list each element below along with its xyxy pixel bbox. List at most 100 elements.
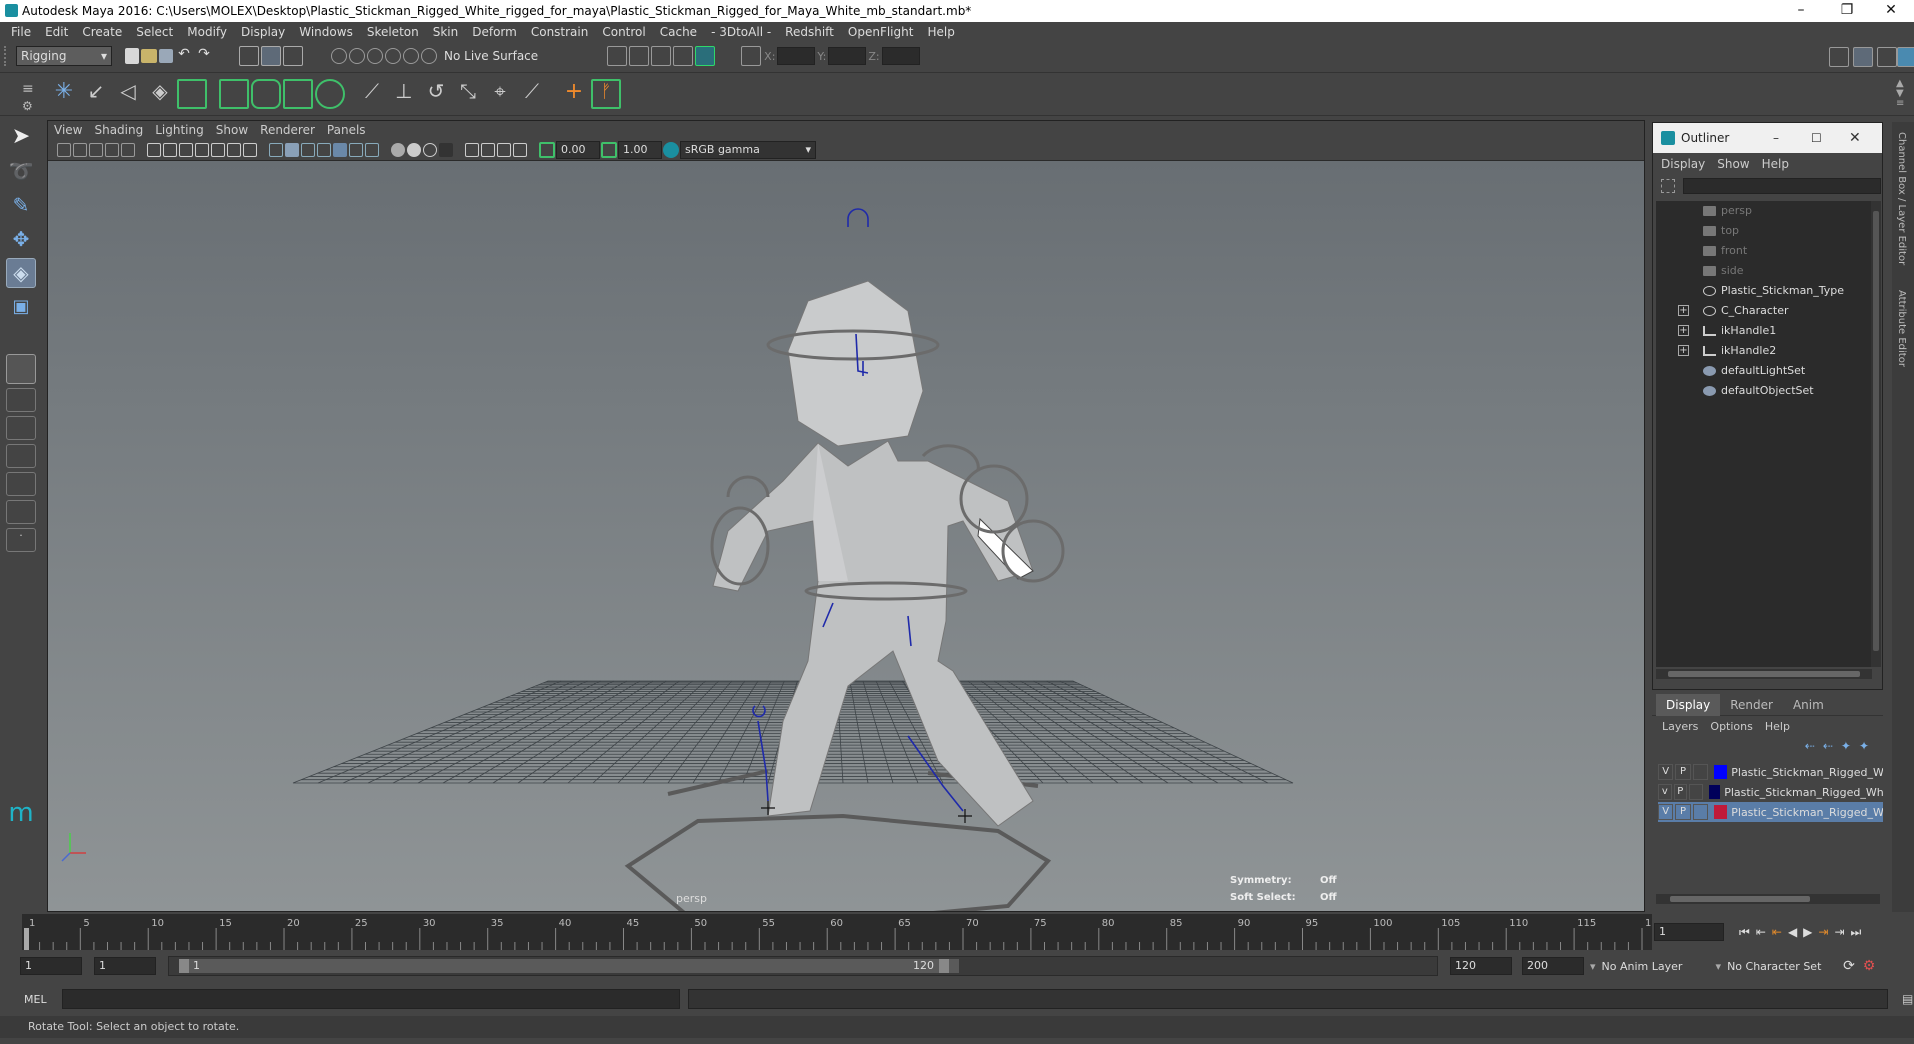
layer-hscrollbar[interactable] [1656,894,1880,904]
outliner-maximize-button[interactable]: ☐ [1811,123,1822,153]
menu-skin[interactable]: Skin [426,25,466,39]
render-settings-icon[interactable] [673,46,694,66]
remove-joint-icon[interactable] [177,79,207,109]
filter-icon[interactable] [1661,179,1675,193]
pole-vector-icon[interactable]: ⟋ [517,79,547,109]
snap-point-icon[interactable] [367,48,383,64]
outliner-item[interactable]: defaultLightSet [1656,361,1872,381]
rotate-tool-icon[interactable]: ◈ [6,258,36,288]
transform-input-icon[interactable] [741,46,762,66]
select-component-icon[interactable] [283,46,303,66]
range-left-grip[interactable] [179,959,189,973]
current-frame-field[interactable]: 1 [1654,923,1724,941]
open-scene-icon[interactable] [141,49,157,63]
play-backward-icon[interactable]: ◀ [1785,925,1800,939]
viewport-menu-shading[interactable]: Shading [88,121,149,139]
outliner-item[interactable]: defaultObjectSet [1656,381,1872,401]
point-constraint-icon[interactable]: ⊥ [389,79,419,109]
new-layer-selected-icon[interactable]: ✦ [1855,739,1873,753]
channel-box-icon[interactable] [1853,47,1873,67]
xray-icon[interactable] [333,142,347,157]
hypershade-icon[interactable] [695,46,716,66]
layer-tab-display[interactable]: Display [1656,693,1721,716]
menu-constrain[interactable]: Constrain [524,25,596,39]
persp-hypergraph-icon[interactable] [6,472,36,496]
outliner-search-input[interactable] [1683,178,1881,194]
menu-modify[interactable]: Modify [180,25,234,39]
script-editor-icon[interactable]: ▤ [1902,992,1913,1006]
auto-key-icon[interactable]: ⟳ [1839,958,1859,974]
viewport-panel[interactable]: View Shading Lighting Show Renderer Panels [47,120,1645,912]
step-forward-key-icon[interactable]: ⇥ [1831,925,1847,939]
ssao-icon[interactable] [481,142,495,157]
mirror-joint-icon[interactable]: ◁ [113,79,143,109]
layer-menu-options[interactable]: Options [1704,720,1758,733]
layer-row[interactable]: V P Plastic_Stickman_Rigged_Wh [1658,762,1883,782]
viewport-menu-renderer[interactable]: Renderer [254,121,321,139]
play-forward-icon[interactable]: ▶ [1800,925,1815,939]
restore-button[interactable]: ❐ [1824,0,1870,22]
display-type-toggle[interactable] [1692,804,1708,820]
shelf-menu-icon[interactable]: ≡ [22,81,34,97]
joint-tool-icon[interactable]: ✳ [49,79,79,109]
viewport-menu-show[interactable]: Show [210,121,254,139]
attribute-editor-icon[interactable] [1877,47,1897,67]
redo-icon[interactable]: ↷ [195,46,213,66]
backface-icon[interactable] [439,142,453,157]
lasso-tool-icon[interactable]: ➰ [6,156,36,186]
shelf-settings-icon[interactable]: ⚙ [22,99,33,113]
playback-end-field[interactable]: 120 [1450,957,1512,975]
xray-joints-icon[interactable] [407,142,421,157]
playback-start-field[interactable]: 1 [94,957,156,975]
select-tool-icon[interactable]: ➤ [6,122,36,152]
wireframe-icon[interactable] [147,142,161,157]
menuset-dropdown[interactable]: Rigging ▾ [16,46,112,66]
lights-icon[interactable] [317,142,331,157]
layer-color-swatch[interactable] [1713,805,1728,819]
menu-select[interactable]: Select [129,25,180,39]
outliner-vscrollbar[interactable] [1871,201,1881,667]
select-camera-icon[interactable] [57,142,71,157]
command-input[interactable] [62,989,680,1009]
snap-surface-icon[interactable] [403,48,419,64]
orient-constraint-icon[interactable]: ↺ [421,79,451,109]
snap-grid-icon[interactable] [331,48,347,64]
layer-tab-anim[interactable]: Anim [1783,694,1834,716]
exposure-field[interactable]: 0.00 [556,140,600,159]
layer-row[interactable]: V P Plastic_Stickman_Rigged_Wh [1658,802,1883,822]
wireframe-shade-icon[interactable] [269,142,283,157]
visibility-toggle[interactable]: V [1658,804,1674,820]
attribute-editor-tab[interactable]: Attribute Editor [1896,290,1907,367]
xray-active-icon[interactable] [423,142,437,157]
layer-menu-help[interactable]: Help [1759,720,1796,733]
exposure-icon[interactable] [539,141,555,158]
outliner-item[interactable]: side [1656,261,1872,281]
outliner-item[interactable]: + C_Character [1656,301,1872,321]
x-field[interactable] [777,47,816,65]
image-plane-icon[interactable] [105,142,119,157]
ambient-occlusion-icon[interactable] [365,142,379,157]
cluster-icon[interactable]: ᚠ [591,79,621,109]
move-tool-icon[interactable]: ✥ [6,224,36,254]
locator-icon[interactable]: + [559,79,589,109]
scene-view[interactable] [48,161,1644,911]
live-surface-label[interactable]: No Live Surface [438,49,544,63]
textured-icon[interactable] [301,142,315,157]
paint-select-icon[interactable]: ✎ [6,190,36,220]
menu-cache[interactable]: Cache [653,25,704,39]
field-chart-icon[interactable] [211,142,225,157]
move-layer-down-icon[interactable]: ⇠ [1819,739,1837,753]
camera-attributes-icon[interactable] [73,142,87,157]
mel-label[interactable]: MEL [24,993,62,1006]
character-set-dropdown[interactable]: No Character Set [1727,960,1839,973]
playback-toggle[interactable]: P [1675,764,1691,780]
more-layouts-icon[interactable]: · [6,528,36,552]
layer-menu-layers[interactable]: Layers [1656,720,1704,733]
chevron-down-icon[interactable]: ▾ [1584,960,1602,973]
outliner-item[interactable]: top [1656,221,1872,241]
dof-icon[interactable] [513,142,527,157]
range-slider[interactable]: 1 120 [168,956,1438,976]
viewport-menu-view[interactable]: View [48,121,88,139]
render-frame-icon[interactable] [629,46,650,66]
chevron-down-icon[interactable]: ▾ [1710,960,1728,973]
